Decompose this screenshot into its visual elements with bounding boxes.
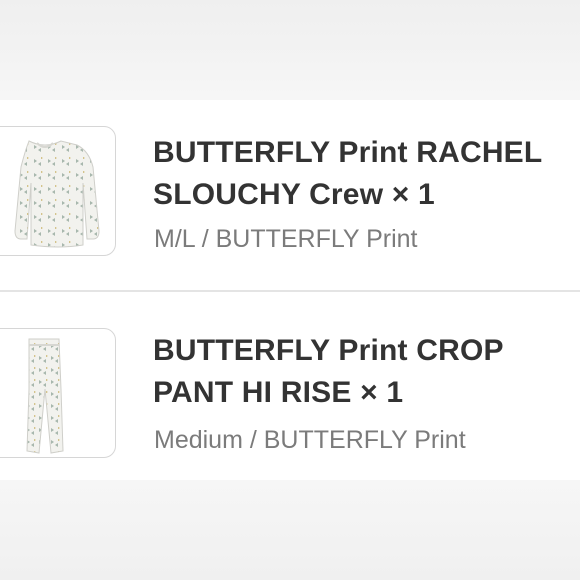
long-sleeve-top-icon: [14, 140, 100, 248]
product-variant: Medium / BUTTERFLY Print: [154, 426, 466, 454]
order-line-item[interactable]: BUTTERFLY Print CROP PANT HI RISE × 1 Me…: [0, 290, 580, 480]
product-thumbnail[interactable]: [0, 126, 116, 256]
order-items-card: BUTTERFLY Print RACHEL SLOUCHY Crew × 1 …: [0, 100, 580, 480]
product-thumbnail[interactable]: [0, 328, 116, 458]
product-title[interactable]: BUTTERFLY Print RACHEL SLOUCHY Crew × 1: [153, 132, 578, 216]
order-line-item[interactable]: BUTTERFLY Print RACHEL SLOUCHY Crew × 1 …: [0, 100, 580, 290]
product-title[interactable]: BUTTERFLY Print CROP PANT HI RISE × 1: [153, 330, 578, 414]
order-summary-page: BUTTERFLY Print RACHEL SLOUCHY Crew × 1 …: [0, 0, 580, 580]
product-variant: M/L / BUTTERFLY Print: [154, 225, 418, 253]
pants-icon: [26, 338, 64, 454]
